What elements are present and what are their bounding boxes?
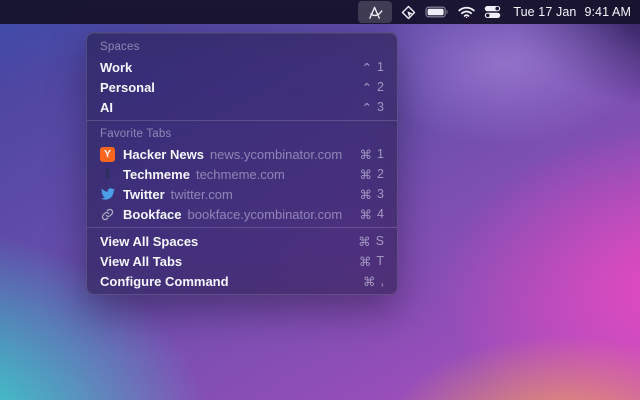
menu-item-domain: bookface.ycombinator.com (188, 207, 343, 222)
menu-item-label: Twitter (123, 187, 165, 202)
shortcut-hint: ⌃1 (362, 60, 384, 75)
arc-menubar-button[interactable] (358, 1, 392, 23)
menu-item-view-all-spaces[interactable]: View All Spaces ⌘S (87, 231, 397, 251)
control-center-icon (484, 5, 501, 19)
desktop-wallpaper: Tue 17 Jan 9:41 AM Spaces Work ⌃1 Person… (0, 0, 640, 400)
twitter-bird-favicon-icon (100, 187, 115, 202)
menu-item-label: Bookface (123, 207, 182, 222)
menu-item-label: AI (100, 100, 113, 115)
menu-item-techmeme[interactable]: I Techmeme techmeme.com ⌘2 (87, 164, 397, 184)
control-center-menubar-button[interactable] (484, 1, 501, 23)
menu-item-domain: techmeme.com (196, 167, 285, 182)
arc-browser-logo-icon (367, 5, 384, 20)
battery-full-icon (425, 6, 449, 18)
shortcut-hint: ⌘S (358, 234, 384, 249)
menu-item-label: View All Tabs (100, 254, 182, 269)
menu-bar: Tue 17 Jan 9:41 AM (0, 0, 640, 24)
shortcut-hint: ⌘2 (360, 167, 384, 182)
hacker-news-favicon-icon: Y (100, 147, 115, 162)
menu-item-domain: news.ycombinator.com (210, 147, 342, 162)
shortcut-hint: ⌘1 (360, 147, 384, 162)
shortcut-hint: ⌃3 (362, 100, 384, 115)
menubar-date[interactable]: Tue 17 Jan (513, 1, 576, 23)
menu-item-ai[interactable]: AI ⌃3 (87, 97, 397, 117)
shortcut-hint: ⌘3 (360, 187, 384, 202)
favorite-tabs-section-header: Favorite Tabs (87, 124, 397, 144)
menu-item-twitter[interactable]: Twitter twitter.com ⌘3 (87, 184, 397, 204)
menu-item-label: Work (100, 60, 132, 75)
shortcut-hint: ⌘4 (360, 207, 384, 222)
link-favicon-icon (100, 207, 115, 222)
menu-item-label: Techmeme (123, 167, 190, 182)
arc-command-dropdown: Spaces Work ⌃1 Personal ⌃2 AI ⌃3 Favorit… (86, 32, 398, 295)
menu-item-view-all-tabs[interactable]: View All Tabs ⌘T (87, 251, 397, 271)
spaces-section-header: Spaces (87, 37, 397, 57)
menu-item-label: Hacker News (123, 147, 204, 162)
menu-item-label: View All Spaces (100, 234, 198, 249)
menu-item-bookface[interactable]: Bookface bookface.ycombinator.com ⌘4 (87, 204, 397, 224)
techmeme-favicon-icon: I (100, 167, 115, 182)
menu-item-label: Configure Command (100, 274, 229, 289)
wifi-menubar-button[interactable] (458, 1, 475, 23)
menu-item-configure-command[interactable]: Configure Command ⌘, (87, 271, 397, 291)
shortcut-hint: ⌘, (363, 274, 384, 289)
shortcut-hint: ⌃2 (362, 80, 384, 95)
menu-item-label: Personal (100, 80, 155, 95)
menubar-clock[interactable]: 9:41 AM (584, 1, 631, 23)
menu-item-work[interactable]: Work ⌃1 (87, 57, 397, 77)
menu-item-personal[interactable]: Personal ⌃2 (87, 77, 397, 97)
menu-separator (87, 227, 397, 228)
shortcut-hint: ⌘T (359, 254, 384, 269)
battery-menubar-button[interactable] (425, 1, 449, 23)
menu-item-hacker-news[interactable]: Y Hacker News news.ycombinator.com ⌘1 (87, 144, 397, 164)
menu-item-domain: twitter.com (171, 187, 233, 202)
pointer-diamond-menubar-button[interactable] (401, 1, 416, 23)
wifi-icon (458, 6, 475, 19)
menu-separator (87, 120, 397, 121)
pointer-diamond-icon (401, 5, 416, 20)
